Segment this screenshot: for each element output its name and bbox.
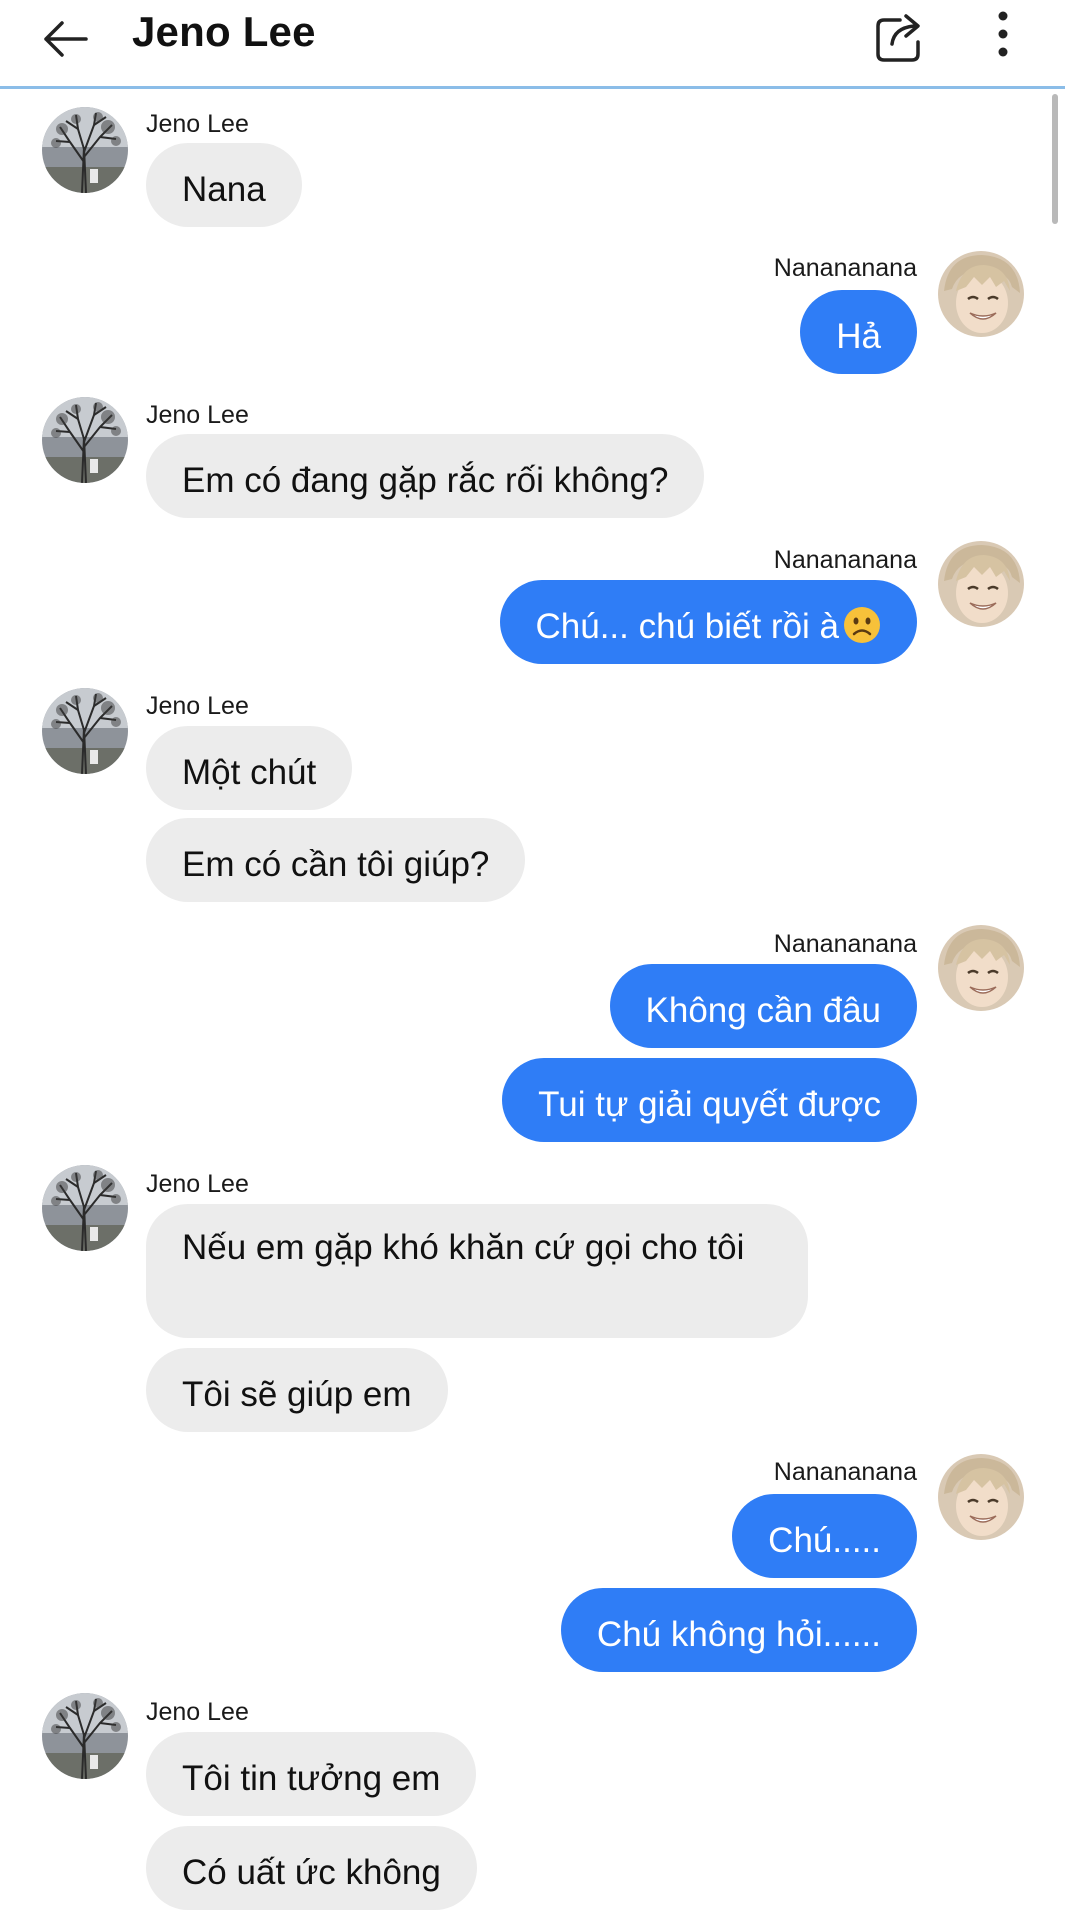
share-icon[interactable] <box>870 8 928 66</box>
message-bubble-incoming[interactable]: Nếu em gặp khó khăn cứ gọi cho tôi <box>146 1204 808 1338</box>
message-bubble-incoming[interactable]: Có uất ức không <box>146 1826 477 1910</box>
message-bubble-incoming[interactable]: Em có cần tôi giúp? <box>146 818 526 902</box>
message-bubble-incoming[interactable]: Em có đang gặp rắc rối không? <box>146 434 705 518</box>
scrollbar-thumb[interactable] <box>1052 94 1058 224</box>
chat-title: Jeno Lee <box>132 8 316 55</box>
message-bubble-incoming[interactable]: Nana <box>146 143 302 227</box>
sender-name: Jeno Lee <box>146 1698 249 1726</box>
message-bubble-outgoing[interactable]: Tui tự giải quyết được <box>502 1058 917 1142</box>
sender-name: Nanananana <box>773 254 917 282</box>
avatar-nana[interactable] <box>938 925 1024 1011</box>
sender-name: Jeno Lee <box>146 1170 249 1198</box>
sender-name: Nanananana <box>773 1458 917 1486</box>
chat-header: Jeno Lee <box>0 0 1065 89</box>
message-bubble-outgoing[interactable]: Chú..... <box>732 1494 917 1578</box>
more-vertical-icon[interactable] <box>988 6 1018 64</box>
back-arrow-icon[interactable] <box>34 8 96 70</box>
frowning-face-emoji-icon <box>844 607 880 643</box>
avatar-nana[interactable] <box>938 1454 1024 1540</box>
message-bubble-outgoing[interactable]: Chú... chú biết rồi à <box>499 580 917 664</box>
sender-name: Nanananana <box>773 546 917 574</box>
message-text: Chú... chú biết rồi à <box>535 607 840 646</box>
message-bubble-incoming[interactable]: Tôi sẽ giúp em <box>146 1348 448 1432</box>
avatar-jeno[interactable] <box>42 397 128 483</box>
sender-name: Jeno Lee <box>146 110 249 138</box>
message-bubble-incoming[interactable]: Tôi tin tưởng em <box>146 1732 477 1816</box>
sender-name: Jeno Lee <box>146 692 249 720</box>
avatar-nana[interactable] <box>938 251 1024 337</box>
avatar-jeno[interactable] <box>42 688 128 774</box>
sender-name: Jeno Lee <box>146 401 249 429</box>
message-bubble-incoming[interactable]: Một chút <box>146 726 353 810</box>
avatar-jeno[interactable] <box>42 1693 128 1779</box>
sender-name: Nanananana <box>773 930 917 958</box>
message-bubble-outgoing[interactable]: Chú không hỏi...... <box>560 1588 917 1672</box>
avatar-jeno[interactable] <box>42 1165 128 1251</box>
avatar-nana[interactable] <box>938 541 1024 627</box>
message-bubble-outgoing[interactable]: Không cần đâu <box>609 964 917 1048</box>
avatar-jeno[interactable] <box>42 107 128 193</box>
message-bubble-outgoing[interactable]: Hả <box>800 290 917 374</box>
